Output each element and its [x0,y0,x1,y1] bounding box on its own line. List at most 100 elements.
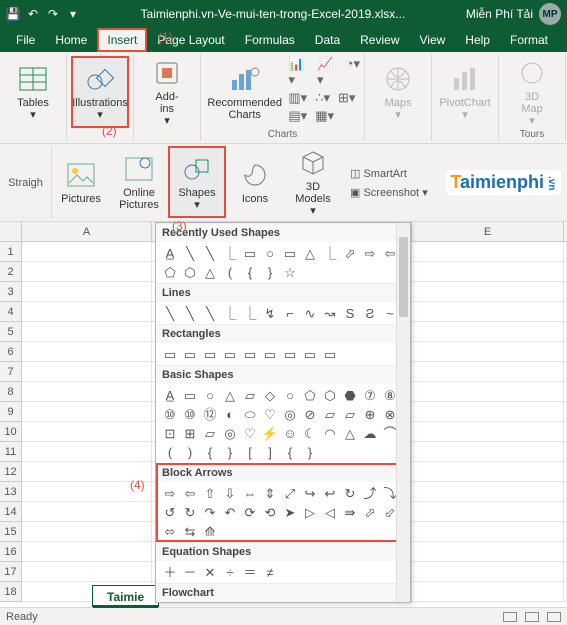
row-9[interactable]: 9 [0,402,22,422]
online-pictures-button[interactable]: Online Pictures [110,146,168,218]
row-6[interactable]: 6 [0,342,22,362]
tab-view[interactable]: View [410,28,456,52]
table-icon [17,63,49,95]
basic-shapes[interactable]: A̲▭○△▱◇○⬠⬡⬣⑦⑧⑩⑩ ⑫◐⬭♡◎⊘▱▱⊕⊗⊡⊞ ▱◎♡⚡☺☾◠△☁⌒ … [156,384,410,463]
row-14[interactable]: 14 [0,502,22,522]
smartart-icon: ◫ [350,168,360,180]
col-E[interactable]: E [412,222,564,241]
tab-data[interactable]: Data [305,28,350,52]
dropdown-icon: ▾ [164,115,170,127]
block-arrows-shapes[interactable]: ⇨⇦⇧⇩⇔⇕⤢↪↩↻⤴⤵ ↺↻↷↶⟳⟲➤▷◁⇛⬀⬃ ⬄⇆⟰ [156,482,410,542]
section-equation: Equation Shapes [156,543,410,561]
tab-insert[interactable]: Insert [97,28,147,52]
online-pictures-icon [123,153,155,185]
save-icon[interactable]: 💾 [6,7,20,21]
tab-home[interactable]: Home [45,28,97,52]
row-4[interactable]: 4 [0,302,22,322]
dropdown-icon: ▾ [194,199,200,211]
row-15[interactable]: 15 [0,522,22,542]
view-layout-icon[interactable] [525,612,539,622]
row-2[interactable]: 2 [0,262,22,282]
surface-chart-icon[interactable]: ▦▾ [315,108,334,124]
shapes-gallery[interactable]: Recently Used Shapes A̲╲╲⎿▭○▭△⎿⬀⇨⇦⬠ ⬡△({… [155,222,411,603]
avatar: MP [539,3,561,25]
dropdown-icon: ▾ [30,109,36,121]
group-charts: Recommended Charts 📊▾ 📈▾ ◔▾ ▥▾ ∴▾ ⊞▾ ▤▾ … [201,54,365,141]
dropdown-icon: ▾ [97,109,103,121]
row-11[interactable]: 11 [0,442,22,462]
statistic-chart-icon[interactable]: ▤▾ [288,108,307,124]
pictures-button[interactable]: Pictures [52,146,110,218]
undo-icon[interactable]: ↶ [26,7,40,21]
dropdown-icon: ▾ [422,187,428,199]
qat-dropdown-icon[interactable]: ▾ [66,7,80,21]
redo-icon[interactable]: ↷ [46,7,60,21]
group-tables: Tables▾ [0,54,67,141]
scrollbar-thumb[interactable] [399,237,408,317]
recently-used-shapes[interactable]: A̲╲╲⎿▭○▭△⎿⬀⇨⇦⬠ ⬡△({}☆ [156,242,410,283]
account-area[interactable]: Miễn Phí Tải MP [466,3,561,25]
row-13[interactable]: 13 [0,482,22,502]
tab-formulas[interactable]: Formulas [235,28,305,52]
recommended-charts-icon [229,63,261,95]
lines-shapes[interactable]: ╲╲╲⎿⎿↯⌐∿↝SƧ~ [156,302,410,324]
rectangles-shapes[interactable]: ▭▭▭▭▭▭▭▭▭ [156,343,410,365]
section-basic: Basic Shapes [156,366,410,384]
dropdown-icon: ▾ [529,115,535,127]
hierarchy-chart-icon[interactable]: ▥▾ [288,90,307,106]
3d-map-button[interactable]: 3D Map▾ [503,56,561,128]
icons-button[interactable]: Icons [226,146,284,218]
addins-icon [151,57,183,89]
addins-button[interactable]: Add- ins▾ [138,56,196,128]
shapes-button[interactable]: Shapes▾ [168,146,226,218]
row-17[interactable]: 17 [0,562,22,582]
watermark: Taimienphi.vn [446,170,561,195]
row-headers: 123456789101112131415161718 [0,242,22,602]
dropdown-icon: ▾ [395,109,401,121]
section-flowchart: Flowchart [156,584,410,602]
icons-icon [239,159,271,191]
column-chart-icon[interactable]: 📊▾ [288,56,309,88]
row-10[interactable]: 10 [0,422,22,442]
row-18[interactable]: 18 [0,582,22,602]
ribbon-tabs: File Home Insert Page Layout Formulas Da… [0,28,567,52]
equation-shapes[interactable]: ＋－✕÷＝≠ [156,561,410,583]
combo-chart-icon[interactable]: ⊞▾ [338,90,355,106]
col-A[interactable]: A [22,222,152,241]
recommended-charts-button[interactable]: Recommended Charts [205,56,284,128]
annotation-3: (3) [172,219,187,233]
tab-review[interactable]: Review [350,28,409,52]
scatter-chart-icon[interactable]: ∴▾ [315,90,330,106]
gallery-scrollbar[interactable] [396,223,410,602]
section-recently-used: Recently Used Shapes [156,224,410,242]
maps-button[interactable]: Maps▾ [369,56,427,128]
status-bar: Ready [0,607,567,625]
row-12[interactable]: 12 [0,462,22,482]
row-5[interactable]: 5 [0,322,22,342]
view-normal-icon[interactable] [503,612,517,622]
smartart-button[interactable]: ◫ SmartArt [350,167,428,180]
tab-file[interactable]: File [6,28,45,52]
row-3[interactable]: 3 [0,282,22,302]
illustrations-button[interactable]: Illustrations▾ [71,56,129,128]
row-1[interactable]: 1 [0,242,22,262]
screenshot-button[interactable]: ▣ Screenshot ▾ [350,186,428,199]
view-break-icon[interactable] [547,612,561,622]
line-chart-icon[interactable]: 📈▾ [317,56,338,88]
tab-format[interactable]: Format [500,28,558,52]
row-7[interactable]: 7 [0,362,22,382]
section-lines: Lines [156,284,410,302]
row-8[interactable]: 8 [0,382,22,402]
pie-chart-icon[interactable]: ◔▾ [346,56,360,88]
tab-help[interactable]: Help [455,28,500,52]
screenshot-icon: ▣ [350,187,360,199]
pivotchart-icon [449,63,481,95]
3d-models-button[interactable]: 3D Models▾ [284,146,342,218]
group-illustrations: Illustrations▾ [67,54,134,141]
tables-button[interactable]: Tables▾ [4,56,62,128]
pivotchart-button[interactable]: PivotChart▾ [436,56,494,128]
sheet-tab[interactable]: Taimie [92,585,159,607]
annotation-4: (4) [130,478,145,492]
chart-types: 📊▾ 📈▾ ◔▾ ▥▾ ∴▾ ⊞▾ ▤▾ ▦▾ [288,56,360,128]
row-16[interactable]: 16 [0,542,22,562]
